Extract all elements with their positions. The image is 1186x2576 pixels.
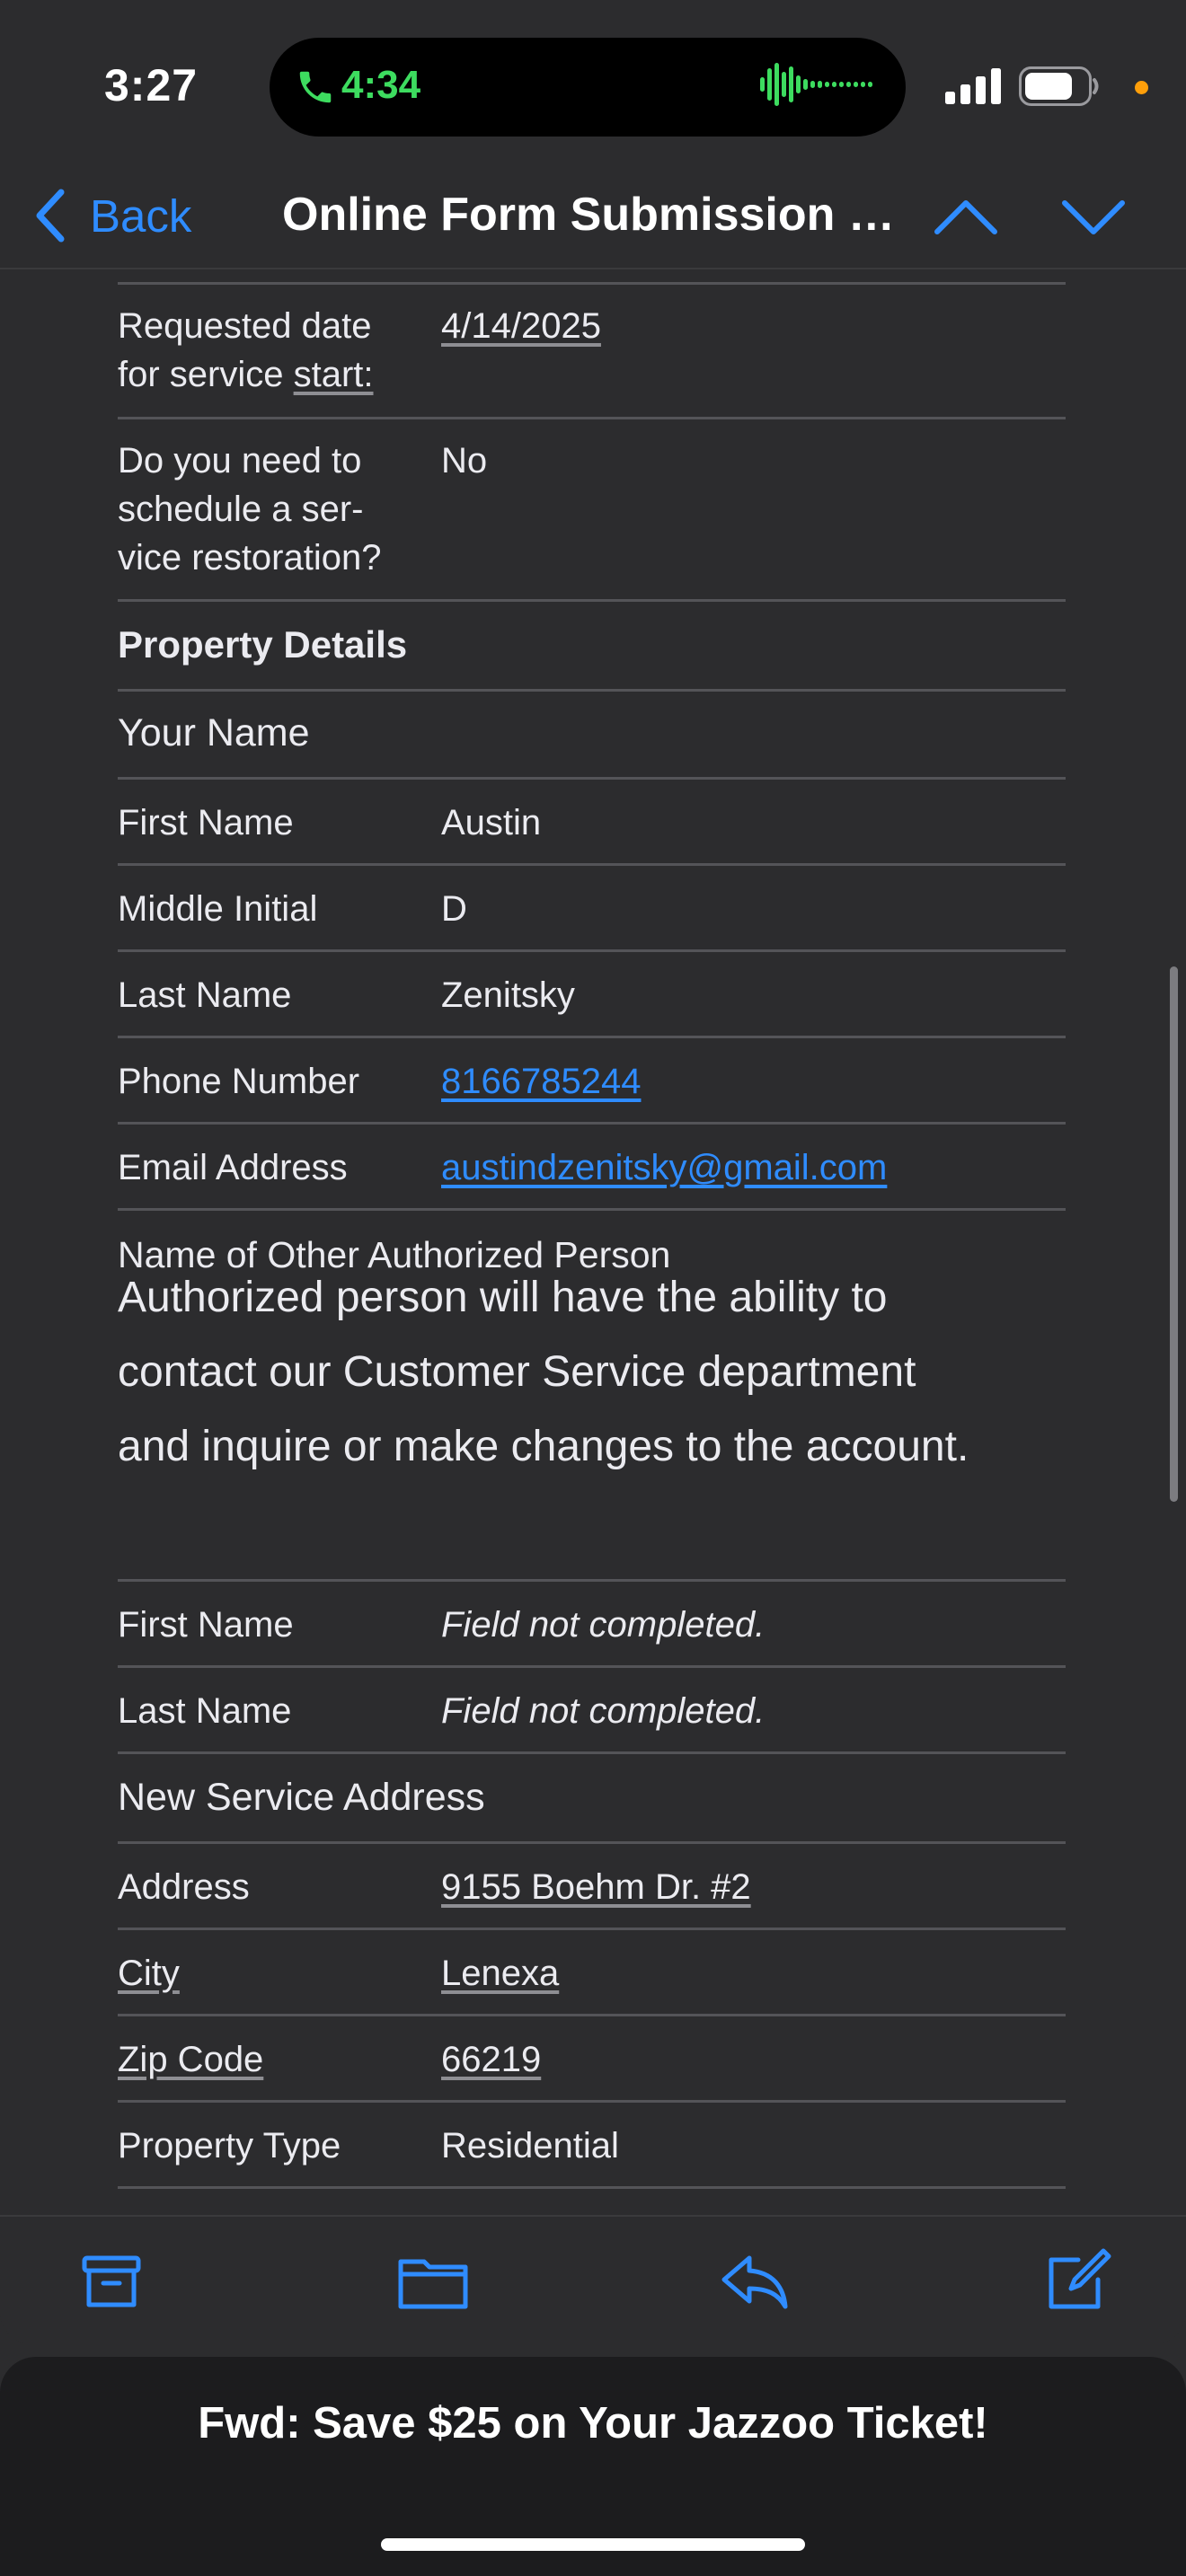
- call-duration: 4:34: [341, 63, 421, 107]
- section-heading-your-name: Your Name: [118, 711, 310, 754]
- privacy-dot-indicator: [1135, 81, 1148, 94]
- service-restoration-value: No: [441, 441, 488, 481]
- authorized-first-name-value: Field not completed.: [441, 1605, 766, 1645]
- folder-icon[interactable]: [395, 2244, 471, 2319]
- bottom-toolbar: [0, 2215, 1186, 2344]
- first-name-value: Austin: [441, 803, 542, 842]
- address-value[interactable]: 9155 Boehm Dr. #2: [441, 1863, 751, 1911]
- address-label: Address: [118, 1867, 250, 1907]
- divider: [118, 2186, 1066, 2189]
- divider: [118, 417, 1066, 419]
- requested-date-label: Requested date for service start:: [118, 306, 374, 394]
- page-title: Online Form Submission #1...: [282, 189, 911, 241]
- divider: [118, 689, 1066, 692]
- last-name-label: Last Name: [118, 975, 292, 1015]
- chevron-left-icon: [36, 189, 65, 243]
- divider: [118, 599, 1066, 602]
- city-value[interactable]: Lenexa: [441, 1949, 559, 1998]
- divider: [118, 1036, 1066, 1038]
- reply-icon[interactable]: [717, 2244, 792, 2319]
- section-heading-new-service-address: New Service Address: [118, 1776, 485, 1819]
- phone-number-link[interactable]: 8166785244: [441, 1057, 641, 1106]
- email-body[interactable]: Requested date for service start: 4/14/2…: [0, 271, 1186, 2215]
- waveform-icon: [760, 63, 872, 106]
- middle-initial-value: D: [441, 889, 467, 929]
- service-restoration-label: Do you need to schedule a ser- vice rest…: [118, 441, 382, 578]
- divider: [118, 1122, 1066, 1125]
- signal-icon: [945, 68, 1001, 104]
- back-label: Back: [90, 190, 192, 242]
- authorized-person-description: Authorized person will have the ability …: [118, 1274, 969, 1470]
- section-heading-property-details: Property Details: [118, 623, 408, 666]
- last-name-value: Zenitsky: [441, 975, 575, 1015]
- zip-code-label: Zip Code: [118, 2040, 264, 2079]
- divider: [118, 777, 1066, 780]
- status-time: 3:27: [104, 60, 199, 110]
- authorized-last-name-value: Field not completed.: [441, 1691, 766, 1731]
- email-address-link[interactable]: austindzenitsky@gmail.com: [441, 1143, 887, 1192]
- navigation-bar: Back Online Form Submission #1...: [0, 162, 1186, 269]
- email-address-label: Email Address: [118, 1148, 348, 1187]
- city-label: City: [118, 1954, 180, 1993]
- scrollbar-thumb[interactable]: [1170, 966, 1178, 1502]
- authorized-first-name-label: First Name: [118, 1605, 294, 1645]
- divider: [118, 949, 1066, 952]
- property-type-label: Property Type: [118, 2126, 341, 2166]
- chevron-down-icon[interactable]: [1057, 180, 1130, 253]
- divider: [118, 1841, 1066, 1844]
- first-name-label: First Name: [118, 803, 294, 842]
- banner-title: Fwd: Save $25 on Your Jazzoo Ticket!: [198, 2399, 988, 2448]
- archive-icon[interactable]: [74, 2244, 149, 2319]
- battery-icon: [1019, 66, 1099, 106]
- compose-icon[interactable]: [1039, 2244, 1114, 2319]
- phone-icon: [299, 71, 332, 103]
- requested-date-value[interactable]: 4/14/2025: [441, 302, 601, 350]
- divider: [118, 1928, 1066, 1930]
- back-button[interactable]: Back: [32, 181, 191, 250]
- divider: [118, 1751, 1066, 1754]
- divider: [118, 2100, 1066, 2103]
- property-type-value: Residential: [441, 2126, 619, 2166]
- divider: [118, 1208, 1066, 1211]
- authorized-last-name-label: Last Name: [118, 1691, 292, 1731]
- divider: [118, 863, 1066, 866]
- divider: [118, 282, 1066, 285]
- divider: [118, 1665, 1066, 1668]
- middle-initial-label: Middle Initial: [118, 889, 318, 929]
- divider: [118, 1579, 1066, 1582]
- home-indicator[interactable]: [381, 2538, 805, 2551]
- divider: [118, 2014, 1066, 2016]
- phone-number-label: Phone Number: [118, 1062, 360, 1101]
- status-bar: 3:27 4:34: [0, 0, 1186, 162]
- zip-code-value[interactable]: 66219: [441, 2035, 541, 2084]
- chevron-up-icon[interactable]: [929, 180, 1003, 253]
